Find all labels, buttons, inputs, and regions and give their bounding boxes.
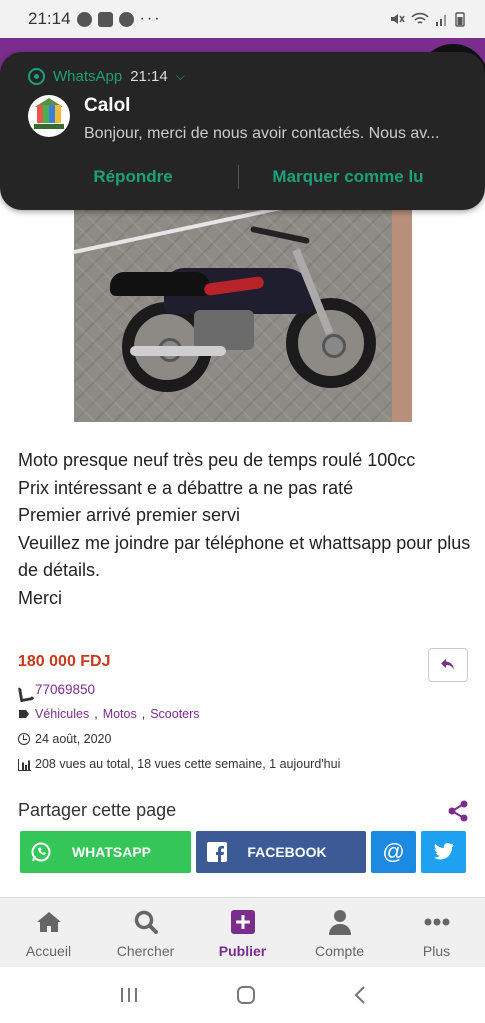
reply-arrow-icon [441,659,454,670]
share-whatsapp-button[interactable]: WHATSAPP [20,831,191,873]
whatsapp-icon [28,68,45,85]
home-button-icon[interactable] [236,985,256,1005]
nav-label: Accueil [25,943,72,959]
share-title: Partager cette page [18,800,177,820]
nav-item-chercher[interactable]: Chercher [97,898,194,967]
system-navigation-bar [0,967,485,1023]
phone-row[interactable]: 77069850 [18,682,95,697]
plus-icon [230,910,255,934]
category-link[interactable]: Scooters [150,707,199,721]
more-icon [424,918,449,926]
sender-avatar [28,95,70,137]
categories-row: Véhicules, Motos, Scooters [18,707,200,721]
listing-description: Moto presque neuf très peu de temps roul… [18,447,473,612]
notification-sender: Calol [84,95,131,116]
description-line: Merci [18,587,62,608]
nav-item-publier[interactable]: Publier [194,898,291,967]
notification-app-name: WhatsApp [53,68,123,85]
description-line: Veuillez me joindre par téléphone et wha… [18,532,471,581]
nav-item-compte[interactable]: Compte [291,898,388,967]
phone-icon [18,684,30,696]
facebook-icon [207,842,227,862]
notification-message: Bonjour, merci de nous avoir contactés. … [84,125,440,142]
tag-icon [18,708,30,720]
gallery-status-icon [97,11,113,27]
share-email-button[interactable]: @ [371,831,416,873]
product-image[interactable] [74,210,412,422]
whatsapp-icon [31,842,51,862]
nav-label: Chercher [116,943,175,959]
mark-as-read-button[interactable]: Marquer comme lu [239,167,457,187]
nav-item-plus[interactable]: Plus [388,898,485,967]
listing-price: 180 000 FDJ [18,653,111,670]
status-time: 21:14 [28,9,71,28]
date-row: 24 août, 2020 [18,732,111,746]
nav-label: Compte [314,943,365,959]
nav-label: Publier [218,943,267,959]
description-line: Premier arrivé premier servi [18,505,241,525]
description-line: Moto presque neuf très peu de temps roul… [18,450,416,470]
nav-label: Plus [422,943,451,959]
bottom-navigation: Accueil Chercher Publier Compte Plus [0,897,485,967]
whatsapp-notification[interactable]: WhatsApp 21:14 ⌵ Calol Bonjour, merci de… [0,52,485,210]
signal-icon [436,15,446,26]
reply-button[interactable] [428,648,468,682]
nav-item-accueil[interactable]: Accueil [0,898,97,967]
back-icon[interactable] [353,985,367,1005]
share-whatsapp-label: WHATSAPP [71,844,152,860]
share-icon[interactable] [447,800,469,822]
reply-action-button[interactable]: Répondre [28,167,238,187]
status-bar: 21:14 ··· [0,0,485,38]
description-line: Prix intéressant e a débattre a ne pas r… [18,477,354,498]
category-link[interactable]: Motos [103,707,137,721]
chevron-down-icon[interactable]: ⌵ [176,69,185,84]
share-facebook-button[interactable]: FACEBOOK [196,831,366,873]
views-row: 208 vues au total, 18 vues cette semaine… [18,757,340,771]
motorcycle-seat [110,272,210,296]
recent-apps-icon[interactable] [119,986,139,1004]
battery-icon [455,12,465,27]
share-twitter-button[interactable] [421,831,466,873]
clock-icon [18,733,30,745]
mute-icon [391,14,405,24]
messenger-status-icon [118,11,134,27]
motorcycle-exhaust [130,346,226,356]
motorcycle-engine [194,310,254,350]
phone-number-link[interactable]: 77069850 [35,682,95,697]
home-icon [36,912,61,932]
twitter-icon [433,843,454,860]
listing-views: 208 vues au total, 18 vues cette semaine… [35,757,341,771]
notification-time: 21:14 [130,68,168,85]
wifi-icon [411,12,429,24]
search-icon [134,910,158,934]
share-facebook-label: FACEBOOK [247,844,327,860]
bar-chart-icon [18,758,31,771]
listing-date: 24 août, 2020 [35,732,112,746]
more-notifications-indicator: ··· [139,10,162,27]
category-link[interactable]: Véhicules [35,707,89,721]
whatsapp-status-icon [76,11,92,27]
user-icon [328,910,351,935]
at-icon: @ [382,839,405,864]
